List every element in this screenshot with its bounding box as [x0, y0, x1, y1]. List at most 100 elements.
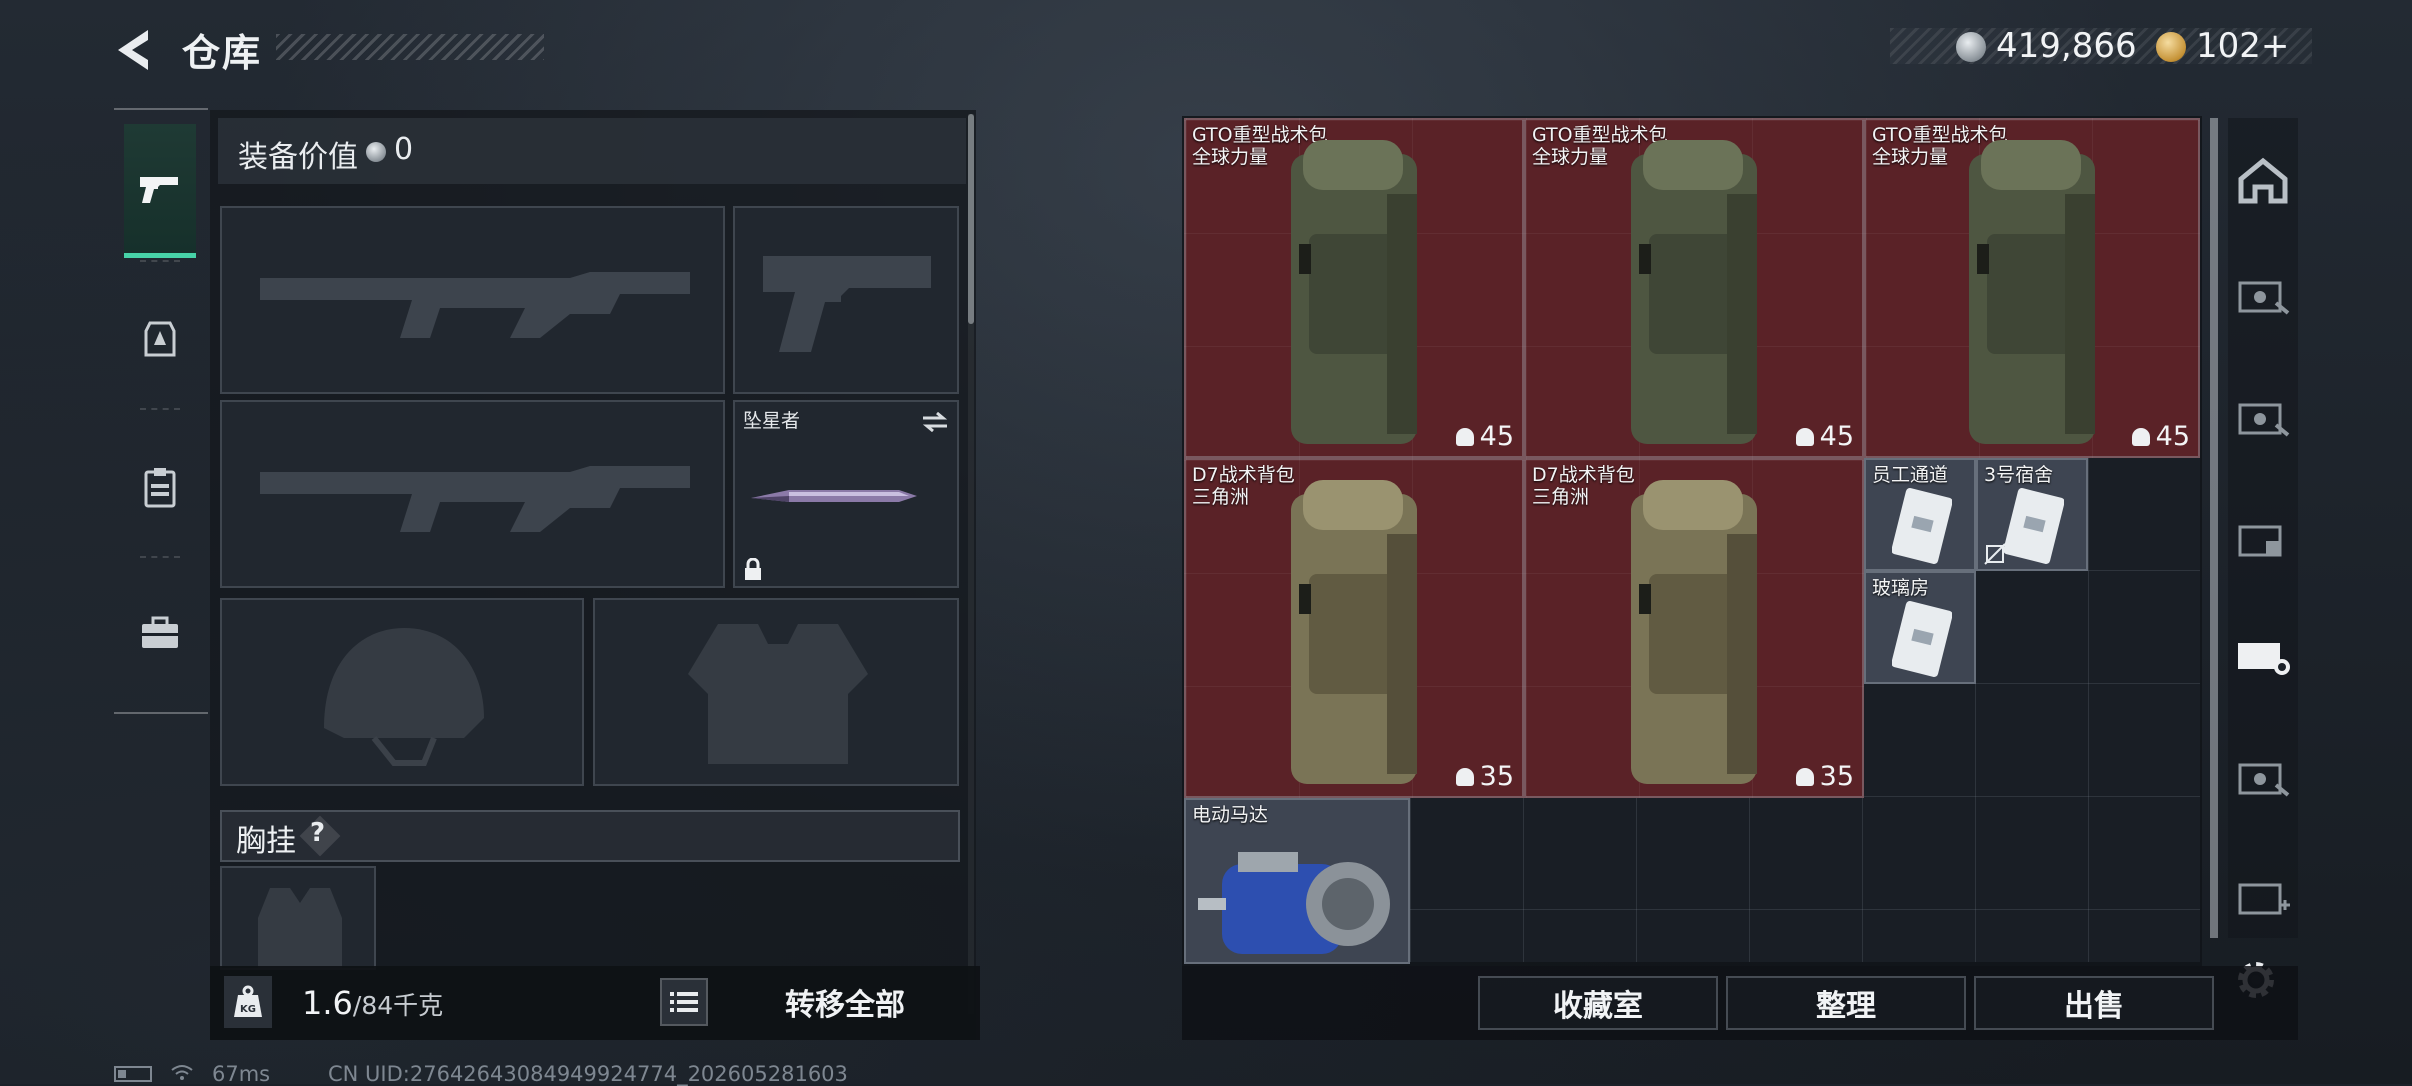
weight-max: /84千克 — [352, 991, 444, 1020]
stash-item-backpack[interactable]: GTO重型战术包 全球力量 45 — [1524, 118, 1864, 458]
pistol-silhouette-icon — [763, 256, 931, 352]
kg-icon-text: KG — [240, 1004, 256, 1015]
storage-case-icon — [2238, 281, 2290, 315]
helmet-slot[interactable] — [220, 598, 584, 786]
capacity-icon — [1795, 767, 1814, 786]
storage-case-icon — [2238, 403, 2290, 437]
electric-motor-icon — [1198, 852, 1390, 954]
stash-item-backpack[interactable]: GTO重型战术包 全球力量 45 — [1184, 118, 1524, 458]
armor-slot[interactable] — [593, 598, 959, 786]
stash-item-keycard[interactable]: 员工通道 — [1864, 458, 1976, 571]
uid-readout: CN UID:27642643084949924774_202605281603 — [328, 1062, 848, 1086]
storage-case-icon — [2238, 643, 2290, 675]
gold-coin-icon — [2156, 32, 2186, 62]
title-decor — [276, 34, 544, 60]
chest-rig-silhouette-icon — [258, 888, 342, 968]
stash-item-keycard[interactable]: 玻璃房 — [1864, 571, 1976, 684]
item-brand: 全球力量 — [1532, 146, 1609, 168]
item-brand: 全球力量 — [1192, 146, 1269, 168]
equipment-value-label: 装备价值 — [238, 140, 358, 175]
melee-item-name: 坠星者 — [743, 410, 801, 432]
back-arrow-icon[interactable] — [112, 26, 160, 74]
rifle-silhouette-icon — [260, 272, 690, 338]
weight-readout: 1.6/84千克 — [302, 984, 443, 1022]
backpack-icon — [1631, 140, 1757, 444]
item-name: 玻璃房 — [1872, 577, 1930, 599]
stash-category-add[interactable] — [2228, 862, 2298, 932]
tab-toolbox[interactable] — [124, 566, 196, 700]
backpack-icon — [1291, 480, 1417, 784]
list-view-button[interactable] — [660, 978, 708, 1026]
stash-item-motor[interactable]: 电动马达 — [1184, 798, 1410, 964]
capacity-icon — [1455, 427, 1474, 446]
battery-icon — [114, 1066, 152, 1082]
wifi-icon — [171, 1065, 193, 1080]
helmet-silhouette-icon — [324, 628, 484, 766]
pistol-icon — [140, 176, 178, 203]
item-capacity: 35 — [1819, 761, 1854, 792]
keycard-icon — [1892, 488, 1952, 564]
primary-weapon-slot[interactable] — [220, 206, 725, 394]
stash-category-1[interactable] — [2228, 260, 2298, 330]
stash-item-backpack[interactable]: GTO重型战术包 全球力量 45 — [1864, 118, 2200, 458]
chest-rig-slot[interactable] — [220, 866, 376, 970]
stash-item-backpack[interactable]: D7战术背包 三角洲 35 — [1524, 458, 1864, 798]
item-name: 电动马达 — [1192, 804, 1269, 826]
stash-item-keycard[interactable]: 3号宿舍 — [1976, 458, 2088, 571]
stash-item-backpack[interactable]: D7战术背包 三角洲 35 — [1184, 458, 1524, 798]
item-brand: 三角洲 — [1532, 486, 1590, 508]
item-capacity: 45 — [1819, 421, 1854, 452]
swap-icon[interactable] — [921, 412, 949, 432]
item-brand: 三角洲 — [1192, 486, 1250, 508]
ping-readout: 67ms — [212, 1062, 271, 1086]
stash-category-5[interactable] — [2228, 742, 2298, 812]
backpack-icon — [1631, 480, 1757, 784]
item-capacity: 45 — [1479, 421, 1514, 452]
rail-separator — [140, 408, 180, 411]
collection-room-button[interactable]: 收藏室 — [1478, 976, 1718, 1030]
add-storage-icon — [2238, 883, 2290, 915]
stash-scrollbar[interactable] — [2210, 118, 2218, 938]
tab-weapons[interactable] — [124, 124, 196, 258]
rail-separator — [140, 556, 180, 559]
toolbox-icon — [142, 616, 178, 648]
melee-slot[interactable]: 坠星者 — [733, 400, 959, 588]
rail-divider — [114, 108, 208, 110]
stash-category-3[interactable] — [2228, 504, 2298, 574]
secondary-weapon-slot[interactable] — [220, 400, 725, 588]
rail-separator — [140, 260, 180, 263]
item-capacity: 45 — [2155, 421, 2190, 452]
tab-equipment[interactable] — [124, 272, 196, 406]
sell-button[interactable]: 出售 — [1974, 976, 2214, 1030]
body-armor-silhouette-icon — [688, 624, 868, 764]
rail-divider — [114, 712, 208, 714]
kg-icon: KG — [224, 976, 272, 1028]
stash-category-home[interactable] — [2228, 146, 2298, 216]
transfer-all-button[interactable]: 转移全部 — [720, 974, 970, 1030]
organize-button[interactable]: 整理 — [1726, 976, 1966, 1030]
stash-category-2[interactable] — [2228, 382, 2298, 452]
silver-coin-icon — [366, 142, 386, 162]
item-brand: 全球力量 — [1872, 146, 1949, 168]
capacity-icon — [2131, 427, 2150, 446]
house-icon — [2238, 157, 2288, 204]
silver-coin-icon — [1956, 32, 1986, 62]
loadout-scrollbar[interactable] — [968, 114, 974, 324]
rifle-silhouette-icon — [260, 466, 690, 532]
help-icon-glyph: ? — [310, 818, 326, 848]
melee-knife-icon — [751, 490, 917, 502]
no-transfer-icon — [1984, 543, 2006, 565]
backpack-icon — [1291, 140, 1417, 444]
pistol-slot[interactable] — [733, 206, 959, 394]
weight-current: 1.6 — [302, 984, 353, 1022]
gold-currency-value[interactable]: 102+ — [2196, 26, 2289, 66]
item-name: 3号宿舍 — [1984, 464, 2054, 486]
backpack-icon — [1969, 140, 2095, 444]
tab-backpack[interactable] — [124, 420, 196, 554]
item-name: 员工通道 — [1872, 464, 1949, 486]
keycard-icon — [1892, 601, 1952, 677]
storage-case-icon — [2238, 763, 2290, 797]
page-title: 仓库 — [182, 31, 263, 75]
silver-currency-value: 419,866 — [1996, 26, 2137, 66]
stash-category-4-active[interactable] — [2228, 618, 2298, 688]
